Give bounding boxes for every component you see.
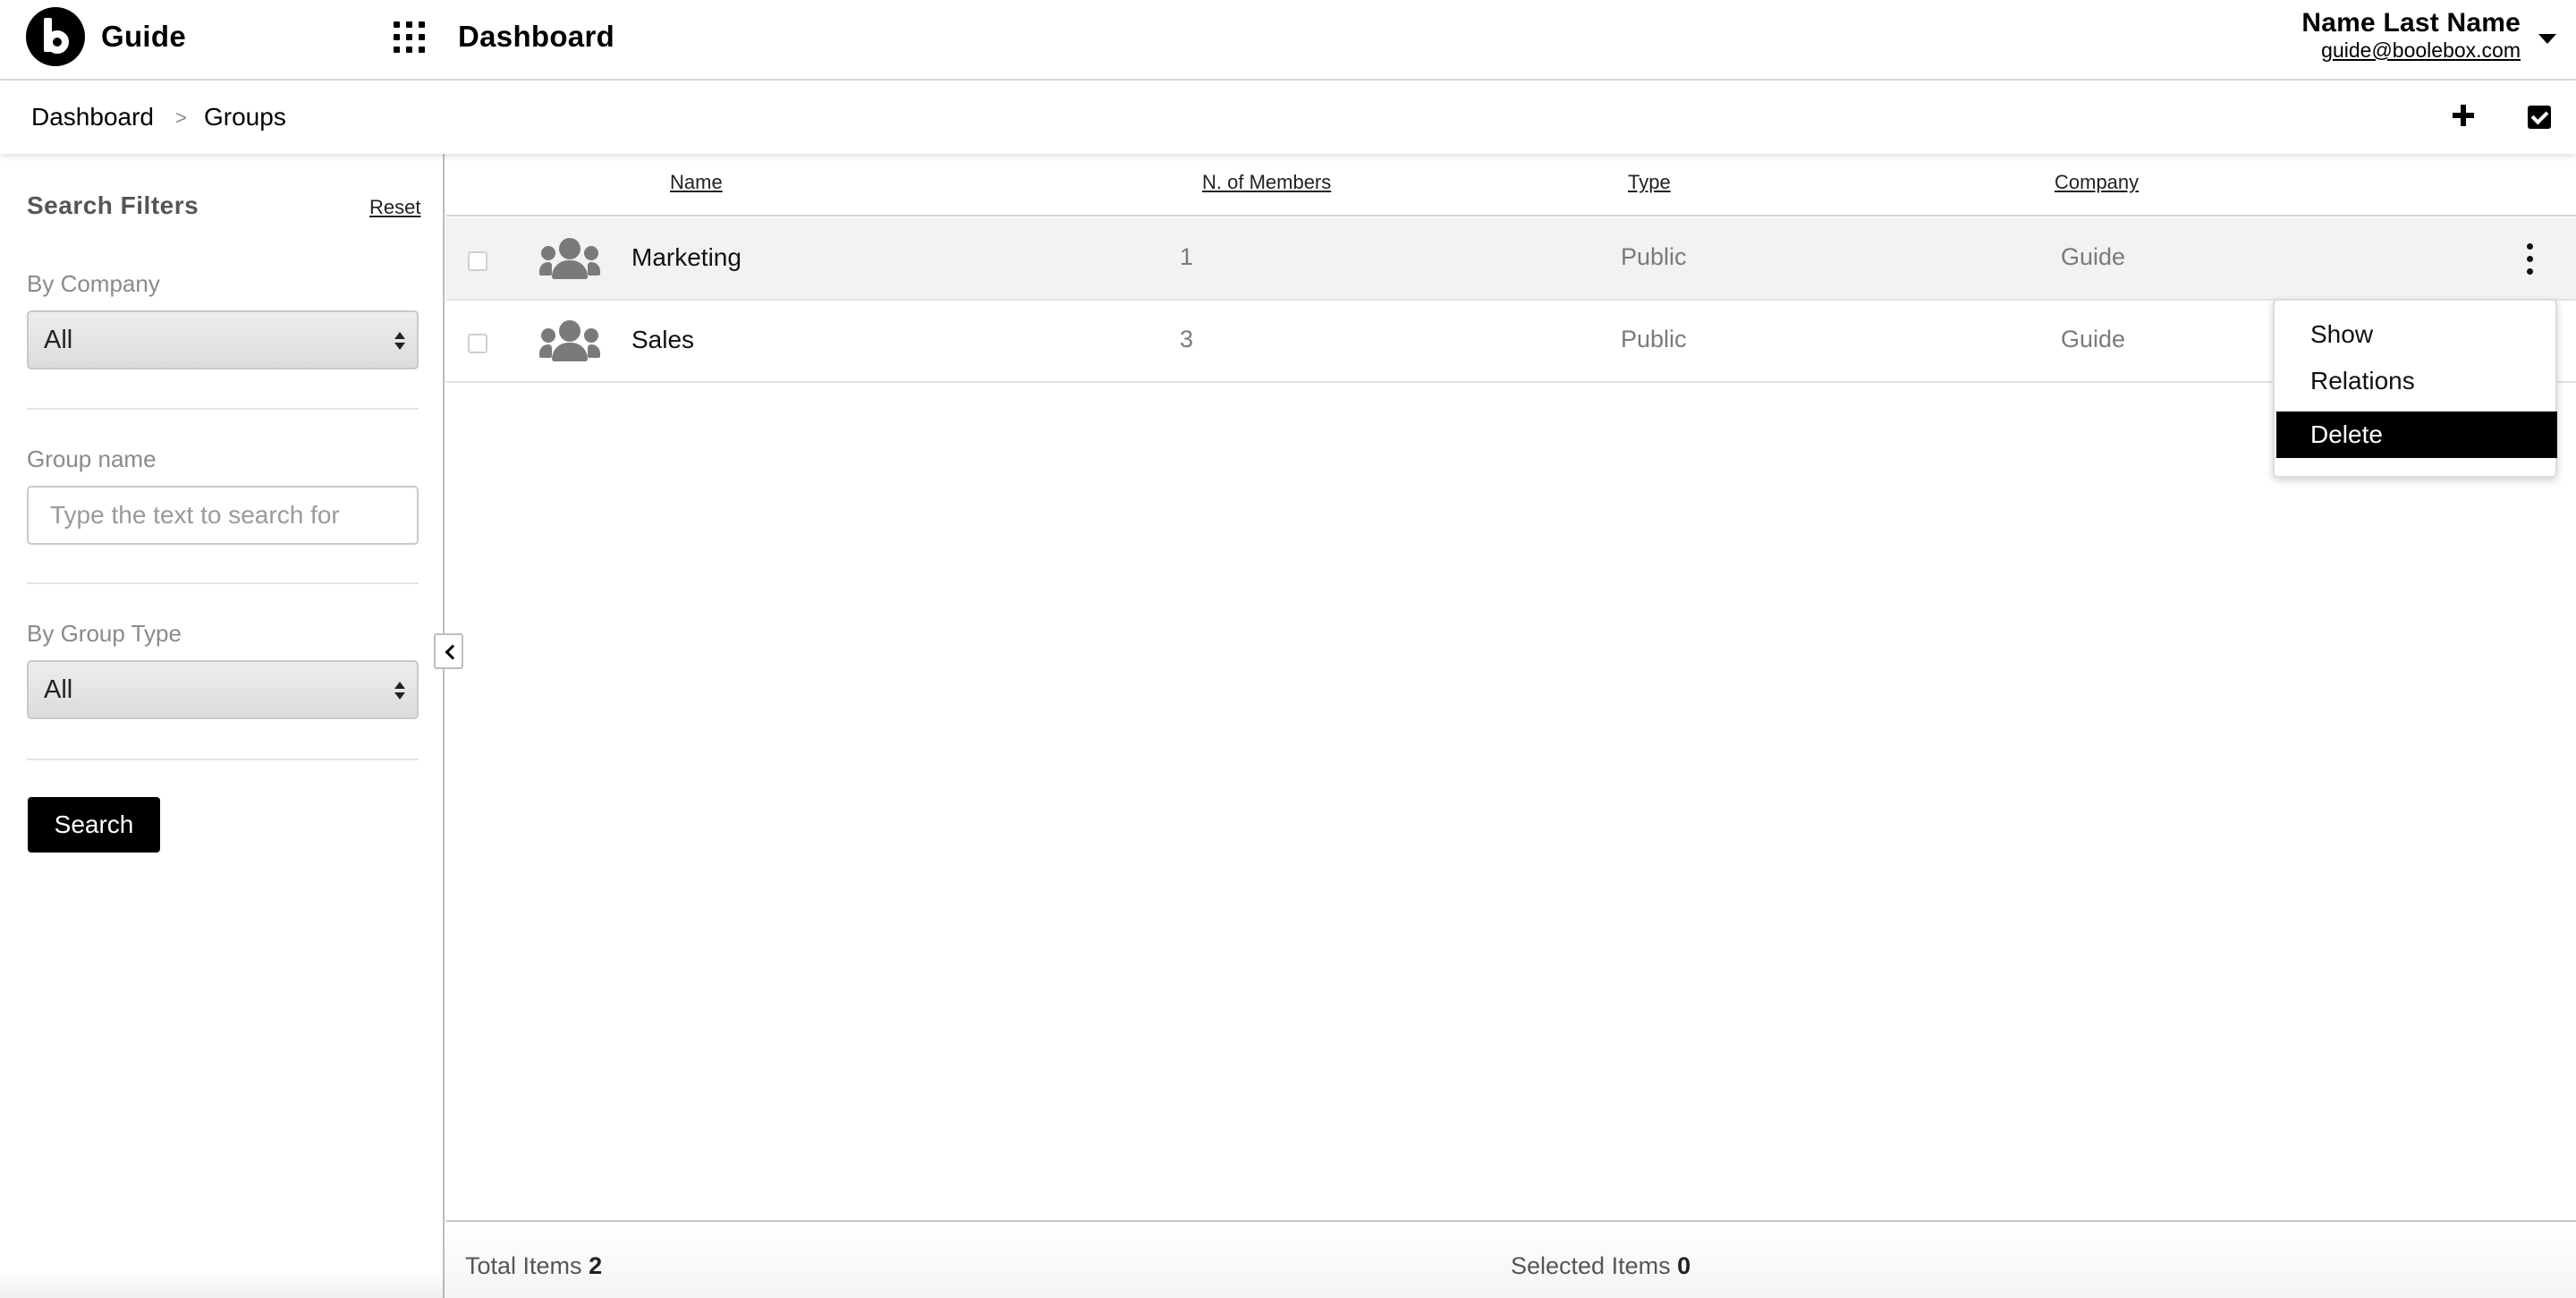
divider	[27, 582, 419, 584]
group-members-count: 1	[1180, 243, 1194, 270]
group-name[interactable]: Sales	[631, 326, 694, 354]
row-actions-kebab-icon[interactable]	[2522, 243, 2537, 276]
groups-table: Name N. of Members Type Company Marketin…	[446, 154, 2576, 1298]
company-select-value: All	[44, 326, 73, 354]
selected-items: Selected Items 0	[1511, 1252, 1690, 1280]
group-members-count: 3	[1180, 326, 1194, 352]
column-header-name[interactable]: Name	[670, 171, 723, 194]
selected-items-label: Selected Items	[1511, 1252, 1671, 1279]
group-name-input[interactable]	[27, 486, 419, 545]
table-row[interactable]: Sales 3 Public Guide	[446, 301, 2576, 383]
row-checkbox[interactable]	[468, 334, 487, 353]
group-company: Guide	[2061, 326, 2126, 352]
company-filter-label: By Company	[27, 270, 160, 297]
select-mode-check-square-icon[interactable]	[2528, 106, 2551, 129]
column-header-company[interactable]: Company	[2055, 171, 2139, 194]
page-title: Dashboard	[458, 20, 615, 53]
menu-item-show[interactable]: Show	[2276, 311, 2557, 358]
collapse-sidebar-chevron-left-icon[interactable]	[434, 633, 463, 669]
company-select[interactable]: All	[27, 310, 419, 369]
breadcrumb: Dashboard > Groups	[0, 82, 2576, 154]
table-row[interactable]: Marketing 1 Public Guide	[446, 218, 2576, 301]
select-up-arrow-icon	[394, 682, 405, 689]
menu-item-relations[interactable]: Relations	[2276, 358, 2557, 404]
group-name-label: Group name	[27, 445, 157, 472]
users-icon	[539, 238, 600, 279]
breadcrumb-dashboard-link[interactable]: Dashboard	[31, 103, 154, 131]
total-items-label: Total Items	[465, 1252, 582, 1279]
user-menu-caret-icon[interactable]	[2538, 34, 2556, 44]
menu-item-delete[interactable]: Delete	[2276, 411, 2557, 458]
group-name[interactable]: Marketing	[631, 243, 741, 272]
app-name: Guide	[101, 20, 187, 53]
total-items: Total Items 2	[465, 1252, 602, 1280]
group-company: Guide	[2061, 243, 2126, 270]
breadcrumb-groups: Groups	[204, 103, 286, 131]
select-down-arrow-icon	[394, 692, 405, 700]
select-up-arrow-icon	[394, 332, 405, 339]
search-filters-sidebar: Search Filters Reset By Company All Grou…	[0, 154, 445, 1298]
selected-items-count: 0	[1677, 1252, 1691, 1279]
reset-filters-link[interactable]: Reset	[369, 196, 420, 219]
user-email-link[interactable]: guide@boolebox.com	[2321, 38, 2521, 63]
group-type-select[interactable]: All	[27, 660, 419, 719]
divider	[27, 408, 419, 410]
table-footer: Total Items 2 Selected Items 0	[446, 1220, 2576, 1298]
table-header: Name N. of Members Type Company	[446, 154, 2576, 216]
column-header-members[interactable]: N. of Members	[1202, 171, 1331, 194]
group-type-label: By Group Type	[27, 620, 182, 647]
boolebox-logo-icon[interactable]	[26, 7, 85, 66]
row-checkbox[interactable]	[468, 251, 487, 271]
group-type: Public	[1621, 326, 1687, 352]
breadcrumb-separator: >	[175, 106, 187, 129]
group-type: Public	[1621, 243, 1687, 270]
select-down-arrow-icon	[394, 343, 405, 350]
search-filters-title: Search Filters	[27, 191, 199, 219]
group-type-select-value: All	[44, 675, 73, 704]
column-header-type[interactable]: Type	[1628, 171, 1671, 194]
apps-grid-icon[interactable]	[394, 21, 429, 57]
add-group-plus-icon[interactable]	[2451, 103, 2476, 128]
user-name[interactable]: Name Last Name	[2301, 8, 2521, 38]
row-actions-menu: Show Relations Delete	[2273, 299, 2557, 478]
search-button[interactable]: Search	[28, 797, 160, 853]
total-items-count: 2	[589, 1252, 603, 1279]
sidebar-bottom-shade	[0, 1270, 445, 1298]
divider	[27, 759, 419, 760]
users-icon	[539, 320, 600, 361]
top-bar: Guide Dashboard Name Last Name guide@boo…	[0, 0, 2576, 81]
